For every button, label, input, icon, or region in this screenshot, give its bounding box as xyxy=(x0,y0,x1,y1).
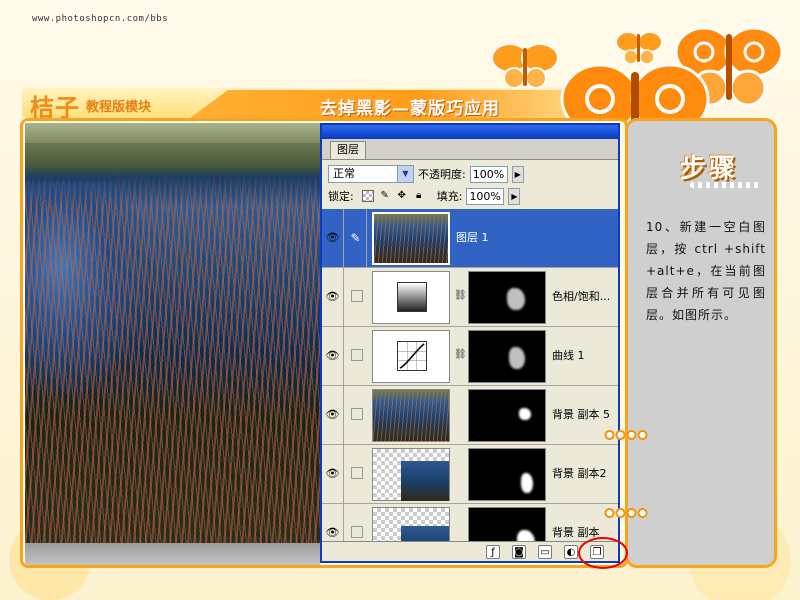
brush-icon: ✎ xyxy=(345,209,367,267)
lock-all-icon[interactable]: 🔒︎ xyxy=(413,190,425,202)
chain-dots-decoration xyxy=(604,507,648,519)
fill-slider-button[interactable]: ▶ xyxy=(508,187,521,205)
fill-field[interactable]: 100% xyxy=(466,187,505,205)
lock-move-icon[interactable]: ✥ xyxy=(396,190,408,202)
layer-name[interactable]: 色相/饱和... xyxy=(552,268,610,326)
layer-row[interactable]: 👁︎ ⛓︎ 曲线 1 xyxy=(322,327,618,386)
curves-icon xyxy=(372,330,450,383)
page-title: 去掉黑影—蒙版巧应用 xyxy=(320,99,500,119)
layer-row[interactable]: 👁︎ 背景 副本 5 xyxy=(322,386,618,445)
brand-subtitle: 教程版模块 xyxy=(86,100,152,115)
lock-brush-icon[interactable]: ✎ xyxy=(379,190,391,202)
opacity-label: 不透明度: xyxy=(418,168,466,181)
layer-style-icon[interactable]: ƒ xyxy=(486,544,500,559)
layer-mask-thumbnail[interactable] xyxy=(468,448,546,501)
eye-icon[interactable]: 👁︎ xyxy=(322,268,344,326)
layer-row[interactable]: 👁︎ ✎ 图层 1 xyxy=(322,209,618,268)
layer-row[interactable]: 👁︎ 背景 副本2 xyxy=(322,445,618,504)
lock-icons: ✎ ✥ 🔒︎ xyxy=(361,190,425,202)
layer-thumbnail xyxy=(372,448,450,501)
opacity-field[interactable]: 100% xyxy=(469,165,508,183)
link-checkbox[interactable] xyxy=(351,467,363,479)
hue-saturation-icon xyxy=(372,271,450,324)
link-checkbox[interactable] xyxy=(351,349,363,361)
step-description: 10、新建一空白图 层，按 ctrl +shift+alt+e，在当前图层合并所… xyxy=(646,220,766,322)
link-checkbox[interactable] xyxy=(351,290,363,302)
chain-link-icon[interactable]: ⛓︎ xyxy=(454,347,467,363)
eye-icon[interactable]: 👁︎ xyxy=(322,445,344,503)
eye-icon[interactable]: 👁︎ xyxy=(322,327,344,385)
chain-dots-decoration xyxy=(604,429,648,441)
eye-icon[interactable]: 👁︎ xyxy=(322,209,344,267)
canvas-photo xyxy=(25,123,320,543)
palette-footer: ƒ ◙ ▭ ◐ ❐ xyxy=(322,541,618,561)
lock-fill-row: 锁定: ✎ ✥ 🔒︎ 填充: 100% ▶ xyxy=(328,186,521,206)
layer-row[interactable]: 👁︎ ⛓︎ 色相/饱和... xyxy=(322,268,618,327)
chain-link-icon[interactable]: ⛓︎ xyxy=(454,288,467,304)
lock-label: 锁定: xyxy=(328,190,354,203)
link-checkbox[interactable] xyxy=(351,526,363,538)
layer-mask-thumbnail[interactable] xyxy=(468,330,546,383)
layer-mask-thumbnail[interactable] xyxy=(468,389,546,442)
layers-palette: 图层 正常 ▼ 不透明度: 100% ▶ 锁定: ✎ ✥ 🔒︎ 填充: 100%… xyxy=(320,123,620,563)
layer-mask-thumbnail[interactable] xyxy=(468,271,546,324)
fill-label: 填充: xyxy=(436,190,463,203)
canvas-footer xyxy=(25,543,320,565)
layer-name[interactable]: 背景 副本2 xyxy=(552,445,607,503)
highlight-circle xyxy=(578,537,628,569)
layer-name[interactable]: 背景 副本 5 xyxy=(552,386,610,444)
lock-transparency-icon[interactable] xyxy=(361,190,374,202)
layer-name[interactable]: 曲线 1 xyxy=(552,327,585,385)
butterfly-icon xyxy=(491,43,559,89)
blend-mode-select[interactable]: 正常 ▼ xyxy=(328,165,414,183)
add-mask-icon[interactable]: ◙ xyxy=(512,544,526,559)
new-group-icon[interactable]: ▭ xyxy=(538,544,552,559)
opacity-slider-button[interactable]: ▶ xyxy=(511,165,524,183)
blend-mode-value: 正常 xyxy=(333,167,355,180)
layers-list: 👁︎ ✎ 图层 1 👁︎ ⛓︎ 色相/饱和... 👁︎ ⛓︎ 曲线 1 👁︎ 背… xyxy=(322,209,618,561)
chevron-down-icon[interactable]: ▼ xyxy=(397,166,413,182)
site-url[interactable]: www.photoshopcn.com/bbs xyxy=(32,14,168,24)
eye-icon[interactable]: 👁︎ xyxy=(322,386,344,444)
layer-name[interactable]: 图层 1 xyxy=(456,209,489,267)
layer-thumbnail xyxy=(372,212,450,265)
side-heading: 步骤 xyxy=(680,154,739,184)
blend-opacity-row: 正常 ▼ 不透明度: 100% ▶ xyxy=(328,164,524,184)
side-dots-divider xyxy=(690,182,760,188)
adjustment-layer-icon[interactable]: ◐ xyxy=(564,544,578,559)
layer-thumbnail xyxy=(372,389,450,442)
link-checkbox[interactable] xyxy=(351,408,363,420)
palette-titlebar[interactable] xyxy=(322,125,618,139)
tab-layers[interactable]: 图层 xyxy=(330,141,366,159)
